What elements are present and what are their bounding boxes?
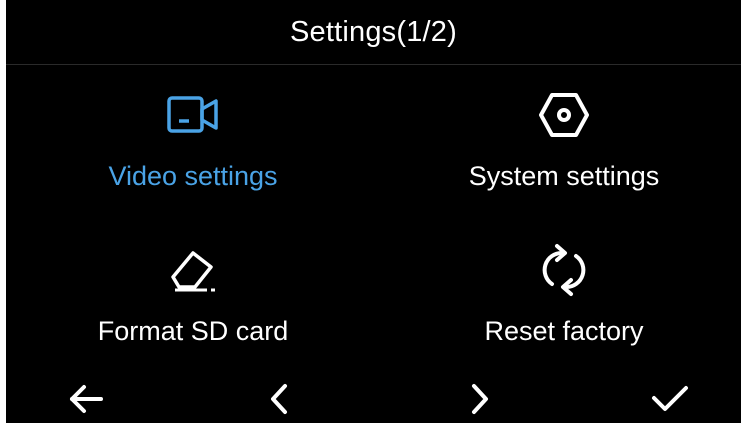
menu-item-system-settings[interactable]: System settings [414,85,714,205]
menu-item-label: Format SD card [97,316,289,346]
device-screen: Settings(1/2) Video settings System sett… [6,0,741,423]
menu-item-video-settings[interactable]: Video settings [43,85,343,205]
menu-item-reset-factory[interactable]: Reset factory [414,240,714,360]
checkmark-icon [650,384,690,419]
arrow-left-icon [68,384,104,419]
confirm-button[interactable] [646,377,694,423]
menu-item-label: Video settings [108,161,278,191]
chevron-left-icon [268,383,292,420]
menu-item-label: System settings [468,161,660,191]
back-button[interactable] [62,377,110,423]
menu-item-format-sd-card[interactable]: Format SD card [43,240,343,360]
eraser-icon [163,240,223,300]
refresh-icon [534,240,594,300]
chevron-right-icon [467,383,491,420]
video-camera-icon [163,85,223,145]
previous-button[interactable] [256,377,304,423]
header-bar: Settings(1/2) [6,0,741,65]
next-button[interactable] [455,377,503,423]
hexagon-nut-icon [534,85,594,145]
menu-item-label: Reset factory [484,316,644,346]
page-title: Settings(1/2) [289,15,457,48]
